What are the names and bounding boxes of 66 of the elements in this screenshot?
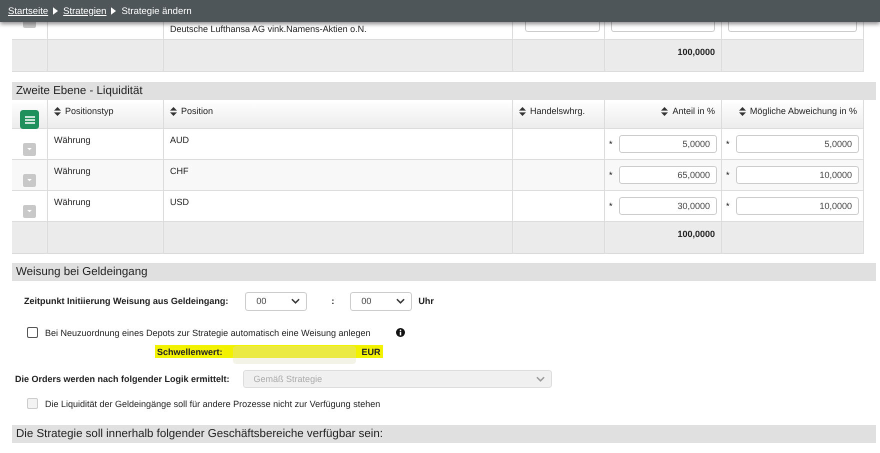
- chevron-icon: [291, 298, 300, 304]
- section-header: Die Strategie soll innerhalb folgender Geschäftsbereiche verfügbar sein:: [12, 425, 876, 443]
- unit-label: EUR: [362, 346, 381, 356]
- sort-icon[interactable]: [661, 107, 668, 116]
- input-field[interactable]: 65,0000: [619, 166, 717, 184]
- sort-icon[interactable]: [54, 107, 61, 116]
- field-label: Die Orders werden nach folgender Logik ermittelt:: [15, 374, 230, 384]
- table-cell-text: Währung: [54, 135, 91, 147]
- triangle-icon: [53, 7, 58, 15]
- field-label: Zeitpunkt Initiierung Weisung aus Geldeingang:: [24, 296, 228, 306]
- info-icon[interactable]: [396, 328, 405, 337]
- input-field[interactable]: [611, 22, 715, 32]
- sort-icon[interactable]: [738, 107, 746, 116]
- row-menu-button[interactable]: [23, 143, 36, 156]
- row-menu-button[interactable]: [23, 174, 36, 187]
- required-mark: *: [609, 170, 614, 180]
- row-menu-button[interactable]: [23, 205, 36, 218]
- menu-icon: [24, 116, 34, 124]
- triangle-icon: [111, 7, 116, 15]
- column-header[interactable]: Anteil in %: [672, 106, 715, 117]
- section-header: Zweite Ebene - Liquidität: [12, 82, 876, 100]
- separator: :: [331, 296, 334, 306]
- required-mark: *: [609, 201, 614, 211]
- breadcrumb-link[interactable]: Startseite: [8, 6, 48, 16]
- input-field[interactable]: 10,0000: [736, 166, 859, 184]
- table-cell: Deutsche Lufthansa AG vink.Namens-Aktien o.N.: [170, 24, 367, 34]
- total-value: 100,0000: [677, 47, 715, 59]
- section-header: Weisung bei Geldeingang: [12, 263, 876, 281]
- caret-icon: [27, 210, 32, 213]
- table-cell-text: Währung: [54, 166, 91, 178]
- table-cell-text: USD: [170, 197, 190, 209]
- sort-icon[interactable]: [170, 107, 177, 116]
- total-value: 100,0000: [677, 229, 715, 241]
- unit-label: Uhr: [418, 296, 434, 306]
- column-header[interactable]: Mögliche Abweichung in %: [750, 106, 857, 117]
- input-field[interactable]: [728, 22, 857, 32]
- column-header[interactable]: Positionstyp: [65, 106, 114, 117]
- chevron-icon: [536, 376, 545, 382]
- input-field[interactable]: 30,0000: [619, 197, 717, 215]
- checkbox-label: Bei Neuzuordnung eines Depots zur Strategie automatisch eine Weisung anlegen: [45, 328, 371, 338]
- checkbox-label: Die Liquidität der Geldeingänge soll für andere Prozesse nicht zur Verfügung stehen: [45, 398, 380, 408]
- required-mark: *: [726, 170, 731, 180]
- breadcrumb-current: Strategie ändern: [121, 6, 192, 16]
- sort-icon[interactable]: [519, 107, 526, 116]
- column-header[interactable]: Position: [181, 106, 214, 117]
- input-field[interactable]: 5,0000: [736, 135, 859, 153]
- breadcrumb-link[interactable]: Strategien: [63, 6, 106, 16]
- caret-icon: [27, 148, 32, 151]
- field-label: Schwellenwert:: [157, 346, 223, 356]
- input-field[interactable]: 10,0000: [736, 197, 859, 215]
- table-cell-text: Währung: [54, 197, 91, 209]
- table-cell-text: CHF: [170, 166, 188, 178]
- row-menu-button[interactable]: [23, 22, 36, 28]
- required-mark: *: [609, 139, 614, 149]
- column-header[interactable]: Handelswhrg.: [530, 106, 586, 117]
- caret-icon: [27, 179, 32, 182]
- required-mark: *: [726, 139, 731, 149]
- chevron-icon: [396, 298, 406, 304]
- input-field[interactable]: 5,0000: [619, 135, 717, 153]
- table-cell-text: AUD: [170, 135, 190, 147]
- checkbox[interactable]: [27, 327, 38, 338]
- minute-select[interactable]: 00: [350, 292, 412, 310]
- hour-select[interactable]: 00: [245, 292, 308, 310]
- menu-button[interactable]: [20, 110, 39, 129]
- required-mark: *: [726, 201, 731, 211]
- input-field[interactable]: [525, 22, 600, 32]
